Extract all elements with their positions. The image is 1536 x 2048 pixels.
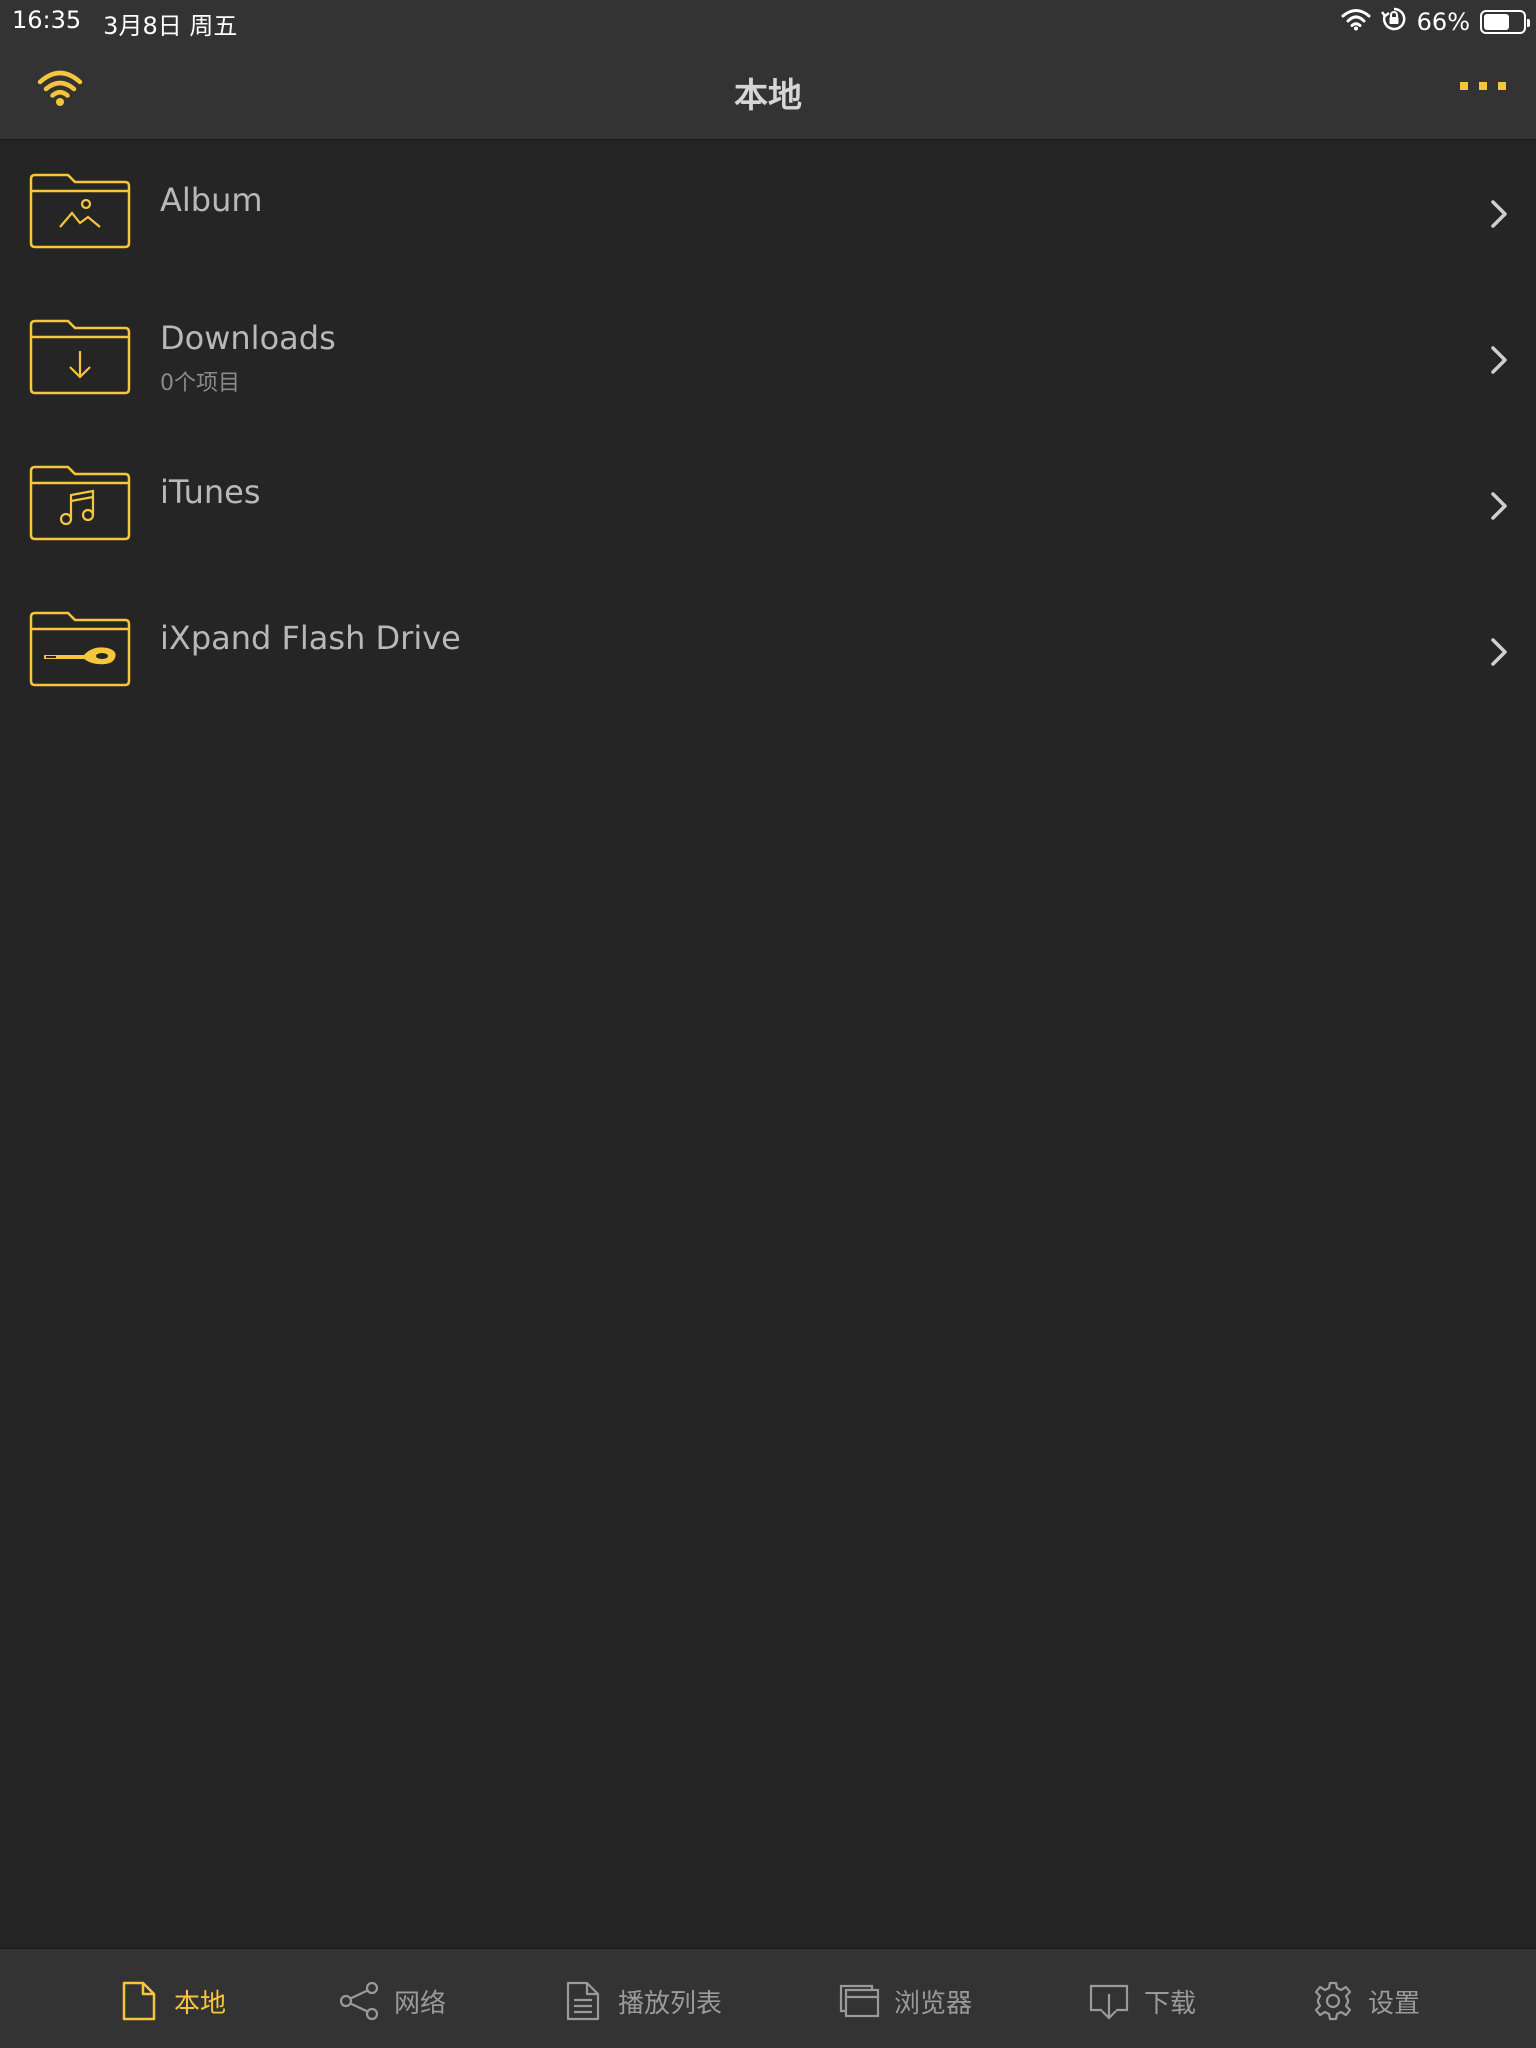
tab-label: 设置	[1368, 1988, 1421, 2019]
folder-name: iTunes	[160, 473, 261, 511]
folder-row-album[interactable]: Album	[0, 141, 1536, 287]
album-folder-icon	[29, 173, 131, 249]
page-title: 本地	[734, 76, 802, 116]
more-icon-dot	[1460, 82, 1468, 90]
tab-network[interactable]: 网络	[338, 1979, 446, 2023]
tab-label: 播放列表	[618, 1988, 723, 2019]
tab-playlist[interactable]: 播放列表	[562, 1979, 722, 2023]
chevron-right-icon	[1491, 200, 1507, 228]
itunes-folder-icon	[29, 465, 131, 541]
tab-label: 下载	[1144, 1988, 1197, 2019]
app-root: 16:35 3月8日 周五 66% 本地 Album Downloads 0个项…	[0, 0, 1536, 2048]
more-icon-dot	[1479, 82, 1487, 90]
status-bar-right: 66%	[1341, 6, 1530, 38]
tab-bar: 本地 网络 播放列表 浏览器 下载 设置	[0, 1948, 1536, 2048]
folder-name: iXpand Flash Drive	[160, 619, 461, 657]
chevron-right-icon	[1491, 638, 1507, 666]
folder-row-text: iTunes	[160, 473, 261, 511]
battery-tip	[1527, 19, 1530, 27]
orientation-lock-icon	[1380, 6, 1407, 38]
downloads-folder-icon	[29, 319, 131, 395]
more-icon-dot	[1498, 82, 1506, 90]
battery-fill	[1484, 14, 1510, 30]
settings-gear-icon	[1314, 1981, 1352, 2021]
tab-label: 网络	[394, 1988, 447, 2019]
status-bar: 16:35 3月8日 周五 66%	[0, 0, 1536, 40]
folder-row-ixpand[interactable]: iXpand Flash Drive	[0, 579, 1536, 725]
download-icon	[1089, 1984, 1129, 2020]
folder-item-count: 0个项目	[160, 371, 240, 396]
folder-row-text: iXpand Flash Drive	[160, 619, 461, 657]
flash-drive-folder-icon	[29, 611, 131, 687]
navigation-bar: 本地	[0, 40, 1536, 140]
status-bar-left: 16:35 3月8日 周五	[12, 6, 237, 41]
status-time: 16:35	[12, 6, 82, 34]
folder-list: Album Downloads 0个项目 iTunes iXpand Flash…	[0, 141, 1536, 725]
wifi-icon	[1341, 7, 1371, 37]
status-date: 3月8日 周五	[103, 12, 238, 40]
folder-name: Downloads	[160, 319, 336, 357]
tab-label: 本地	[174, 1988, 227, 2019]
folder-row-text: Downloads 0个项目	[160, 319, 336, 397]
tab-download[interactable]: 下载	[1088, 1979, 1196, 2023]
tab-settings[interactable]: 设置	[1312, 1979, 1420, 2023]
folder-row-downloads[interactable]: Downloads 0个项目	[0, 287, 1536, 433]
share-network-icon	[339, 1981, 379, 2021]
tab-local[interactable]: 本地	[118, 1979, 226, 2023]
browser-icon	[839, 1984, 880, 2018]
more-button[interactable]	[1460, 82, 1506, 90]
folder-row-itunes[interactable]: iTunes	[0, 433, 1536, 579]
document-icon	[122, 1981, 156, 2021]
chevron-right-icon	[1491, 346, 1507, 374]
folder-row-text: Album	[160, 181, 263, 219]
playlist-icon	[566, 1981, 600, 2021]
tab-label: 浏览器	[894, 1988, 973, 2019]
battery-percent: 66%	[1416, 8, 1470, 36]
folder-name: Album	[160, 181, 263, 219]
battery-icon	[1480, 10, 1530, 34]
chevron-right-icon	[1491, 492, 1507, 520]
tab-browser[interactable]: 浏览器	[838, 1979, 972, 2023]
